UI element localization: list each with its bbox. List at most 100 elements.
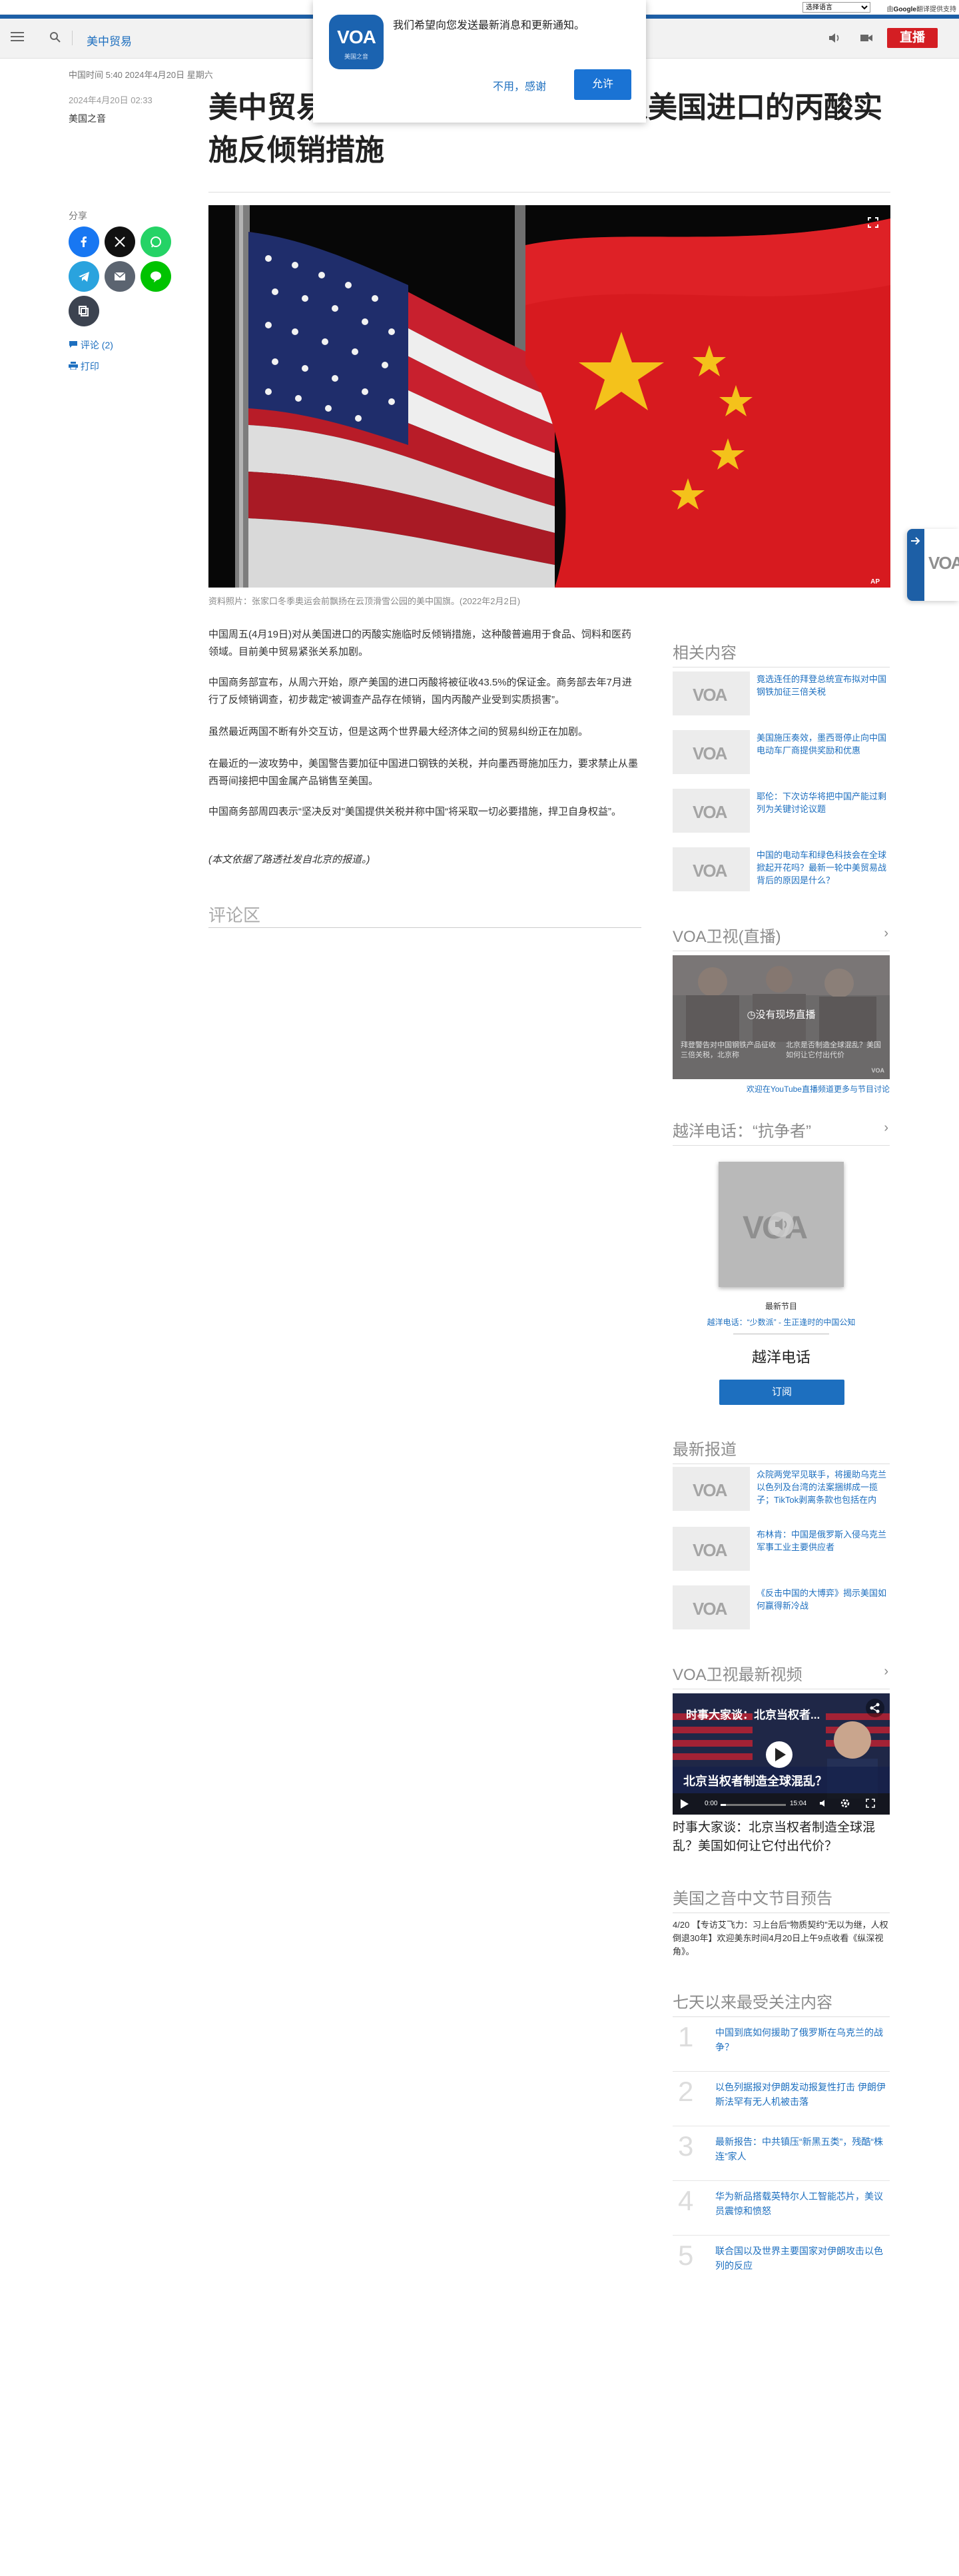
- photo-credit: AP: [870, 578, 880, 586]
- popular-item[interactable]: 1 中国到底如何援助了俄罗斯在乌克兰的战争？: [673, 2018, 890, 2072]
- related-heading: 相关内容: [673, 640, 890, 667]
- search-icon[interactable]: [49, 31, 61, 43]
- radio-heading[interactable]: 越洋电话：“抗争者” ›: [673, 1118, 890, 1146]
- facebook-icon: [81, 236, 87, 247]
- comments-divider: [208, 927, 641, 928]
- x-share-button[interactable]: [105, 226, 135, 257]
- telegram-icon: [79, 272, 89, 282]
- video-time-current: 0:00: [705, 1800, 718, 1807]
- live-tv-player[interactable]: ◷没有现场直播 拜登警告对中国钢铁产品征收三倍关税，北京称 北京是否制造全球混乱…: [673, 955, 890, 1079]
- voa-logo-thumbnail: VOA: [673, 1467, 750, 1511]
- chevron-right-icon: ›: [884, 926, 888, 941]
- voa-app-logo: VOA 美国之音: [329, 15, 384, 69]
- podcast-cover[interactable]: VOA: [719, 1162, 844, 1287]
- related-item[interactable]: VOA 竟选连任的拜登总统宣布拟对中国钢铁加征三倍关税: [673, 671, 890, 719]
- play-icon[interactable]: [681, 1799, 689, 1809]
- no-live-overlay: ◷没有现场直播: [747, 1009, 816, 1021]
- author[interactable]: 美国之音: [69, 112, 106, 125]
- facebook-share-button[interactable]: [69, 226, 99, 257]
- paragraph-4: 在最近的一波攻势中，美国警告要加征中国进口钢铁的关税，并向墨西哥施加压力，要求禁…: [208, 758, 639, 787]
- related-item[interactable]: VOA 中国的电动车和绿色科技会在全球掀起开花吗？最新一轮中美贸易战背后的原因是什…: [673, 847, 890, 895]
- latest-item[interactable]: VOA 《反击中国的大博弈》揭示美国如何赢得新冷战: [673, 1585, 890, 1633]
- popular-heading: 七天以来最受关注内容: [673, 1989, 890, 2017]
- photo-caption: 资料照片：张家口冬季奥运会前飘扬在云顶滑雪公园的美中国旗。(2022年2月2日): [208, 596, 521, 606]
- subscribe-button[interactable]: 订阅: [719, 1380, 844, 1405]
- email-share-button[interactable]: [105, 261, 135, 292]
- section-link[interactable]: 美中贸易: [87, 32, 132, 49]
- voa-logo-thumbnail: VOA: [673, 1585, 750, 1629]
- fullscreen-icon[interactable]: [866, 1799, 875, 1808]
- header-divider: [72, 31, 73, 45]
- video-progress-bar[interactable]: [721, 1804, 786, 1806]
- audio-icon[interactable]: [827, 31, 842, 45]
- live-tv-heading[interactable]: VOA卫视(直播) ›: [673, 923, 890, 951]
- source-note: (本文依据了路透社发自北京的报道。): [208, 854, 370, 865]
- language-select[interactable]: 选择语言: [802, 2, 870, 13]
- print-link[interactable]: 打印: [69, 360, 99, 373]
- floating-live-tab[interactable]: VOA: [907, 529, 959, 601]
- voa-logo-thumbnail: VOA: [673, 847, 750, 891]
- whatsapp-share-button[interactable]: [141, 226, 171, 257]
- latest-episode-label: 最新节目: [765, 1302, 797, 1311]
- popular-item[interactable]: 4 华为新品搭载英特尔人工智能芯片，美议员震惊和愤怒: [673, 2182, 890, 2236]
- hamburger-menu-icon[interactable]: [11, 32, 24, 43]
- envelope-icon: [114, 272, 126, 280]
- arrow-right-icon: [911, 537, 920, 545]
- fullscreen-icon[interactable]: [868, 217, 878, 228]
- volume-icon[interactable]: [819, 1799, 828, 1808]
- powered-by-google: 由Google翻译提供支持: [886, 6, 956, 13]
- video-heading[interactable]: VOA卫视最新视频 ›: [673, 1661, 890, 1689]
- video-title[interactable]: 时事大家谈：北京当权者制造全球混乱？美国如何让它付出代价？: [673, 1819, 890, 1856]
- voa-logo: VOA: [928, 553, 959, 573]
- decline-button[interactable]: 不用，感谢: [493, 77, 546, 93]
- comments-link[interactable]: 评论 (2): [69, 338, 113, 352]
- video-overlay-title: 时事大家谈：北京当权者...: [686, 1709, 820, 1721]
- video-overlay-subtitle: 北京当权者制造全球混乱？: [683, 1775, 827, 1788]
- latest-heading: 最新报道: [673, 1436, 890, 1464]
- title-divider: [208, 192, 890, 193]
- paragraph-1: 中国周五(4月19日)对从美国进口的丙酸实施临时反倾销措施，这种酸普遍用于食品、…: [208, 629, 632, 657]
- allow-button[interactable]: 允许: [574, 69, 631, 100]
- latest-episode-link[interactable]: 越洋电话：“少数派” - 生正逢时的中国公知: [673, 1316, 890, 1328]
- popular-item[interactable]: 2 以色列据报对伊朗发动报复性打击 伊朗伊斯法罕有无人机被击落: [673, 2073, 890, 2126]
- expand-tab[interactable]: [907, 529, 924, 601]
- clock-icon: ◷: [747, 1009, 756, 1021]
- share-icon[interactable]: [866, 1699, 884, 1717]
- copy-link-button[interactable]: [69, 296, 99, 326]
- popular-item[interactable]: 5 联合国以及世界主要国家对伊朗攻击以色列的反应: [673, 2237, 890, 2290]
- line-icon: [151, 271, 161, 282]
- x-icon: [115, 236, 125, 247]
- settings-gear-icon[interactable]: [840, 1799, 850, 1808]
- share-label: 分享: [69, 211, 87, 221]
- live-caption-right: 北京是否制造全球混乱？美国如何让它付出代价: [786, 1041, 881, 1059]
- publish-date: 2024年4月20日 02:33: [69, 95, 153, 105]
- current-time: 中国时间 5:40 2024年4月20日 星期六: [69, 70, 213, 80]
- live-caption-left: 拜登警告对中国钢铁产品征收三倍关税，北京称: [681, 1041, 776, 1059]
- comment-icon: [69, 341, 77, 348]
- whatsapp-icon: [151, 236, 161, 248]
- voa-logo-thumbnail: VOA: [673, 1527, 750, 1571]
- show-name: 越洋电话: [751, 1349, 810, 1366]
- notification-prompt: VOA 美国之音 我们希望向您发送最新消息和更新通知。 不用，感谢 允许: [313, 0, 646, 123]
- latest-item[interactable]: VOA 布林肯：中国是俄罗斯入侵乌克兰军事工业主要供应者: [673, 1527, 890, 1575]
- paragraph-3: 虽然最近两国不断有外交互访，但是这两个世界最大经济体之间的贸易纠纷正在加剧。: [208, 726, 589, 737]
- popular-item[interactable]: 3 最新报告：中共镇压“新黑五类”，残酷“株连”家人: [673, 2128, 890, 2181]
- video-camera-icon[interactable]: [859, 31, 874, 45]
- latest-item[interactable]: VOA 众院两党罕见联手，将援助乌克兰以色列及台湾的法案捆绑成一揽子；TikTok…: [673, 1467, 890, 1515]
- voa-logo-thumbnail: VOA: [673, 730, 750, 774]
- video-player[interactable]: 时事大家谈：北京当权者... 北京当权者制造全球混乱？ 0:00 15:04: [673, 1693, 890, 1815]
- article-photo[interactable]: AP: [208, 205, 890, 588]
- video-time-total: 15:04: [790, 1800, 807, 1807]
- related-item[interactable]: VOA 耶伦：下次访华将把中国产能过剩列为关键讨论议题: [673, 789, 890, 837]
- speaker-icon: [769, 1212, 794, 1237]
- youtube-link[interactable]: 欢迎在YouTube直播频道更多与节目讨论: [673, 1083, 890, 1094]
- telegram-share-button[interactable]: [69, 261, 99, 292]
- related-item[interactable]: VOA 美国施压奏效，墨西哥停止向中国电动车厂商提供奖励和优惠: [673, 730, 890, 778]
- notification-message: 我们希望向您发送最新消息和更新通知。: [393, 20, 585, 31]
- live-button[interactable]: 直播: [887, 28, 938, 48]
- paragraph-2: 中国商务部宣布，从周六开始，原产美国的进口丙酸将被征收43.5%的保证金。商务部…: [208, 677, 632, 705]
- line-share-button[interactable]: [141, 261, 171, 292]
- printer-icon: [69, 362, 78, 370]
- schedule-heading: 美国之音中文节目预告: [673, 1885, 890, 1913]
- chevron-right-icon: ›: [884, 1120, 888, 1135]
